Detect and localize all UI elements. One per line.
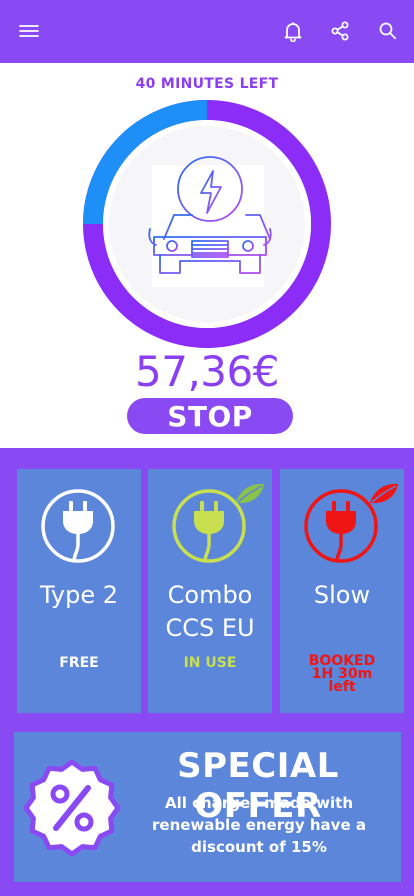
offer-description: All charges made with renewable energy h… — [152, 794, 366, 856]
hamburger-menu-icon[interactable] — [16, 18, 42, 44]
search-icon[interactable] — [375, 18, 401, 44]
connector-status: FREE — [59, 655, 99, 671]
connector-status: IN USE — [183, 655, 237, 671]
special-offer-banner[interactable]: SPECIAL OFFER All charges made with rene… — [14, 732, 401, 882]
session-price: 57,36€ — [135, 347, 279, 396]
connector-name: Slow — [313, 581, 371, 609]
bell-icon[interactable] — [280, 18, 306, 44]
connector-card-slow[interactable]: Slow BOOKED 1H 30m left — [280, 469, 404, 713]
discount-percent-icon — [23, 759, 121, 857]
share-icon[interactable] — [327, 18, 353, 44]
stop-charging-button[interactable]: STOP — [127, 398, 293, 434]
leaf-icon — [236, 483, 264, 504]
connector-status: BOOKED 1H 30m left — [308, 653, 376, 695]
top-bar — [0, 0, 414, 63]
connector-card-type2[interactable]: Type 2 FREE — [17, 469, 141, 713]
leaf-icon — [370, 483, 398, 504]
connector-name: Type 2 — [39, 581, 119, 609]
charging-panel: 40 MINUTES LEFT 57,36€ STOP — [0, 63, 414, 448]
time-left-label: 40 MINUTES LEFT — [135, 76, 279, 92]
connector-card-combo-ccs[interactable]: Combo CCS EU IN USE — [148, 469, 272, 713]
plug-icon — [41, 489, 115, 563]
charge-progress-ring — [83, 100, 331, 348]
connector-name: Combo CCS EU — [165, 581, 255, 642]
